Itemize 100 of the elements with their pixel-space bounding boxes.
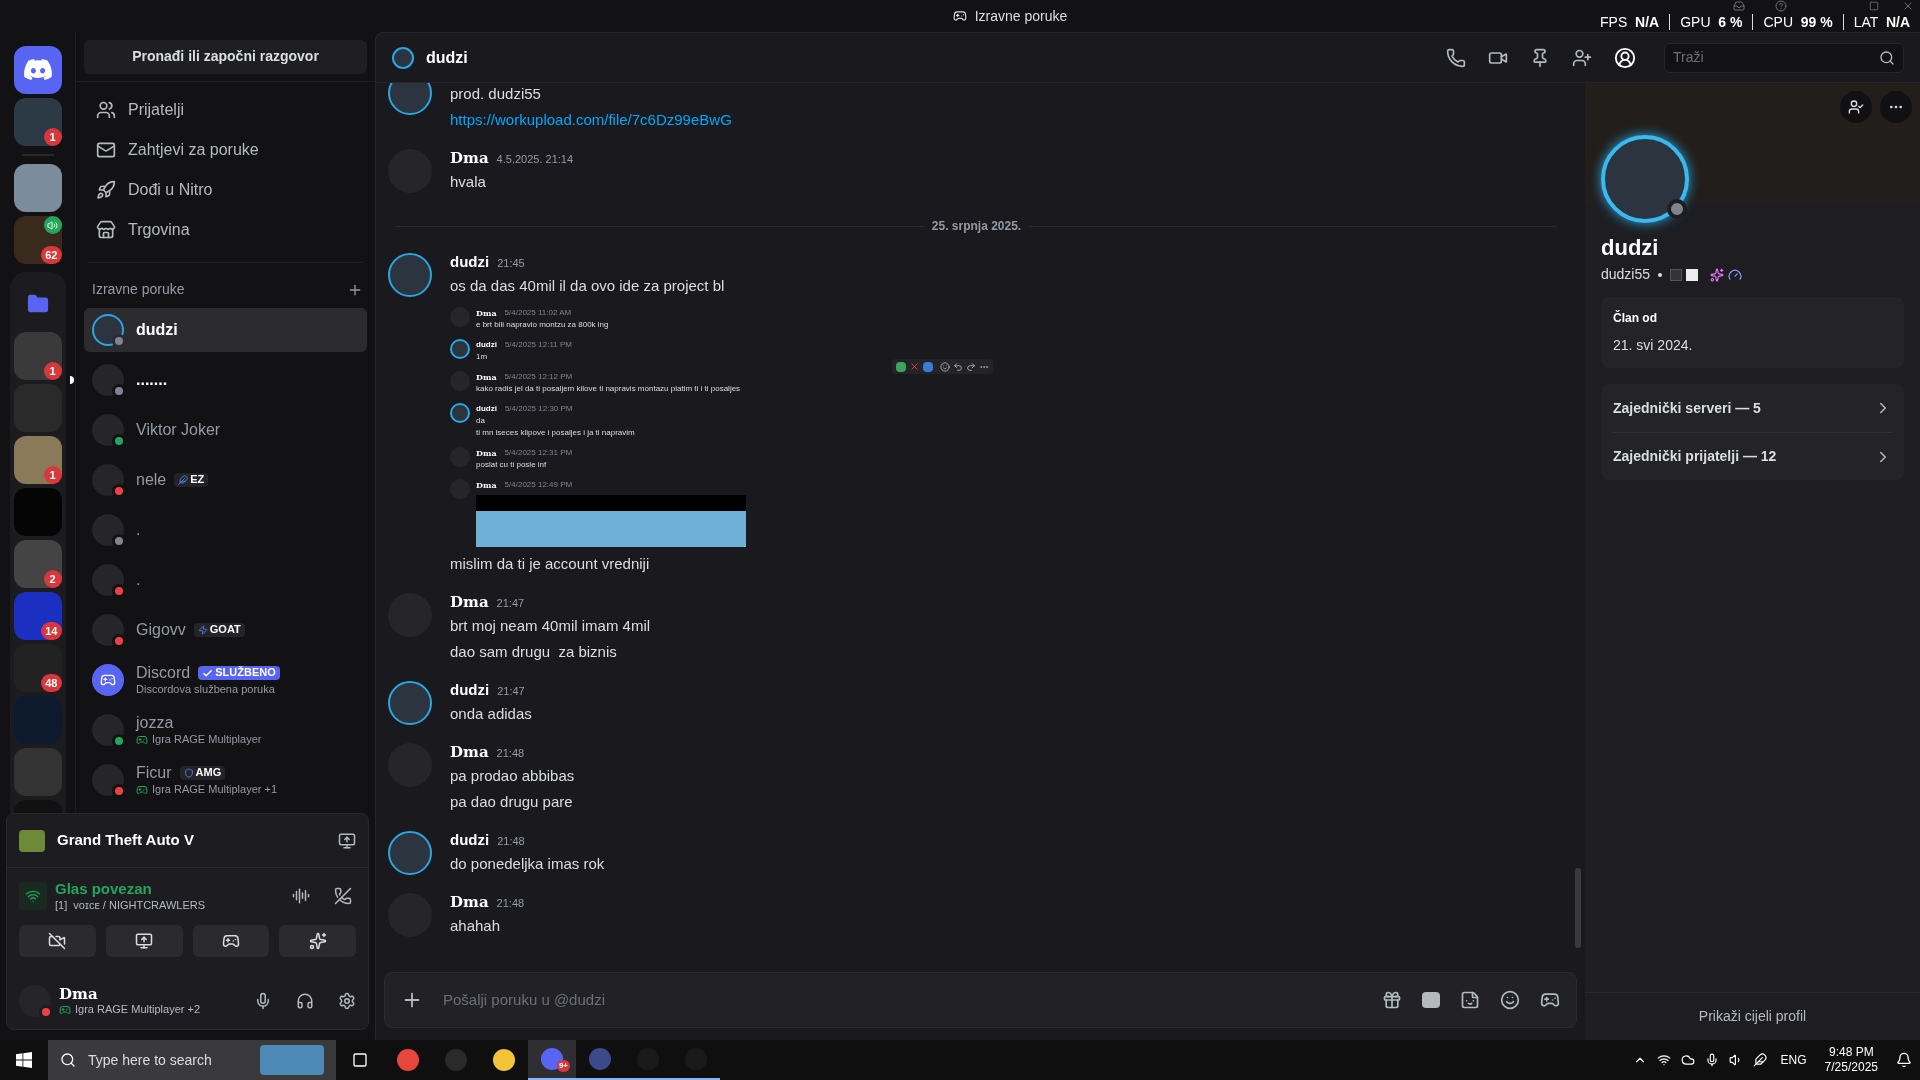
message-time: 21:48 [496,746,525,761]
conversation-item[interactable]: Ficur AMG Igra RAGE Multiplayer +1 [84,758,367,802]
call-icon[interactable] [1446,47,1466,68]
server-icon[interactable]: 1 [13,332,62,380]
translate-icon[interactable] [923,361,933,372]
author-name: Dma [476,371,497,383]
friend-status-button[interactable] [1840,91,1872,123]
window-title: Izravne poruke [974,6,1068,26]
server-folder[interactable]: 1 1 2 14 48 [9,272,66,813]
conversation-item[interactable]: Discord SLUŽBENO Discordova službena poruka [84,658,367,702]
message-time: 21:45 [497,256,525,271]
microphone-icon[interactable] [1704,1053,1719,1067]
gamepad-icon[interactable] [1540,990,1560,1010]
taskbar-search-placeholder: Type here to search [88,1050,213,1070]
message-time: 5/4/2025 12:12 PM [504,371,573,383]
message-time: 21:48 [496,896,525,911]
conversation-subtitle: Discordova službena poruka [136,683,276,697]
settings-icon[interactable] [338,991,356,1010]
tag-icon [178,475,189,485]
emoji-icon[interactable] [940,361,950,372]
message-link[interactable]: https://workupload.com/file/7c6Dz99eBwG [450,107,732,133]
message-text: e brt bili napravio montzu za 800k ing [476,319,610,331]
mutual-row[interactable]: Zajednički prijatelji — 12 [1613,432,1892,480]
conversation-item[interactable]: dudzi [84,308,367,352]
profile-icon[interactable] [1614,46,1636,69]
profile-name: dudzi [1601,234,1660,262]
stream-icon[interactable] [338,831,356,850]
server-icon[interactable] [13,164,62,212]
full-profile-link[interactable]: Prikaži cijeli profil [1698,1006,1807,1027]
soundboard-icon [308,931,327,950]
nav-item[interactable]: Prijatelji [84,90,367,130]
disconnect-icon[interactable] [334,887,352,906]
emoji-icon[interactable] [1500,990,1520,1010]
message-text: da [476,415,486,427]
clock-time: 9:48 PM [1828,1045,1874,1060]
conversation-name: Gigovv [136,620,186,640]
pin-icon[interactable] [1530,47,1550,68]
forward-icon[interactable] [966,361,976,372]
message-time: 5/4/2025 12:49 PM [504,479,573,491]
message-time: 5/4/2025 12:11 PM [504,339,572,351]
inbox-icon[interactable] [1733,0,1745,12]
star-icon [1710,267,1725,282]
add-user-icon[interactable] [1572,47,1592,68]
mutual-row[interactable]: Zajednički serveri — 5 [1613,384,1892,432]
gamepad-icon [59,1004,71,1017]
nav-icon [96,220,116,240]
author-name: dudzi [476,339,497,351]
conversation-item[interactable]: jozza Igra RAGE Multiplayer [84,708,367,752]
conversation-item[interactable]: nele EZ [84,458,367,502]
task-view-icon[interactable] [352,1052,368,1068]
conversation-item[interactable]: . [84,558,367,602]
server-icon[interactable]: 2 [13,540,62,588]
conversation-name: nele [136,470,167,490]
sticker-icon[interactable] [1460,990,1480,1010]
nav-item[interactable]: Dođi u Nitro [84,170,367,210]
camera-off-icon [48,931,67,950]
check-icon[interactable] [896,361,906,372]
notification-icon[interactable] [1896,1052,1912,1068]
taskbar-search-field[interactable]: Type here to search [48,1040,336,1080]
screen-share-button[interactable] [105,924,183,957]
server-icon[interactable]: 14 [13,592,62,640]
help-icon[interactable] [1775,0,1787,12]
avatar [392,46,414,69]
discord-logo-button[interactable] [13,46,62,94]
server-icon[interactable]: 48 [13,644,62,692]
voice-channel[interactable]: [1] ᴠᴏɪᴄᴇ / NIGHTCRAWLERS [55,898,284,913]
speaker-icon [43,216,62,234]
find-conversation-button[interactable]: Pronađi ili započni razgovor [84,39,367,74]
microphone-icon[interactable] [254,991,272,1010]
conversation-item[interactable]: Viktor Joker [84,408,367,452]
camera-off-button[interactable] [19,924,96,957]
server-icon[interactable]: 1 [13,436,62,484]
cloud-icon[interactable] [1680,1053,1695,1067]
noise-icon[interactable] [292,887,310,906]
reply-icon[interactable] [953,361,963,372]
author-name: Dma [476,479,497,491]
soundboard-button[interactable] [279,924,356,957]
conversation-item[interactable]: . [84,508,367,552]
network-icon[interactable] [1656,1053,1671,1067]
conversation-item[interactable]: Gigovv GOAT [84,608,367,652]
headphones-icon[interactable] [296,991,314,1010]
nav-item[interactable]: Trgovina [84,210,367,250]
gift-icon[interactable] [1382,990,1402,1010]
search-field[interactable]: Traži [1664,42,1904,73]
close-icon[interactable] [909,361,920,372]
close-icon[interactable] [1902,0,1914,12]
connection-icon [19,882,47,911]
scrollbar-thumb[interactable] [1575,868,1581,948]
language-indicator[interactable]: ENG [1780,1051,1807,1069]
overlay-stat: GPU 6 % [1680,12,1743,32]
clock-date: 7/25/2025 [1824,1060,1878,1075]
pen-icon[interactable] [1752,1053,1767,1067]
unread-badge: 14 [41,622,62,640]
conversation-item[interactable]: ....... [84,358,367,402]
server-icon[interactable]: 62 [13,216,62,264]
taskbar-app[interactable]: 9+ [528,1040,576,1080]
activity-button[interactable] [192,924,270,957]
server-icon[interactable]: 1 [13,98,62,146]
nav-item[interactable]: Zahtjevi za poruke [84,130,367,170]
game-title: Grand Theft Auto V [57,830,195,851]
